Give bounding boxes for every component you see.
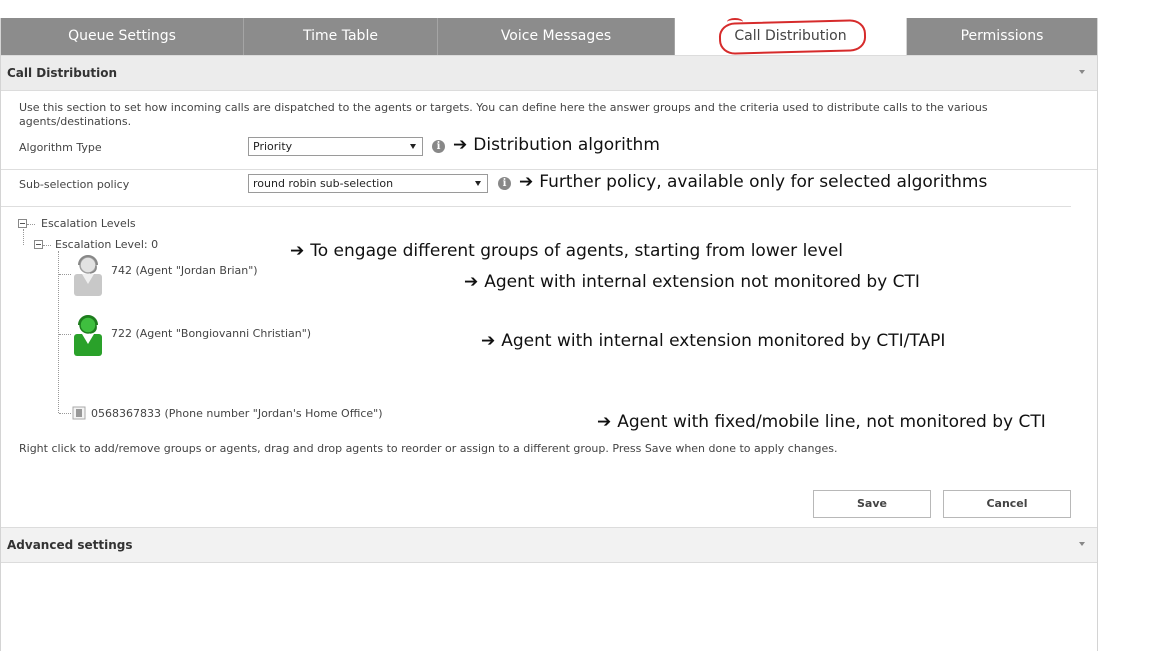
section-description: Use this section to set how incoming cal… xyxy=(19,101,988,128)
subselection-policy-value: round robin sub-selection xyxy=(253,177,394,190)
help-text: Right click to add/remove groups or agen… xyxy=(19,442,838,455)
annotation-text: Distribution algorithm xyxy=(473,135,660,155)
tree-escalation-level-0[interactable]: Escalation Level: 0 xyxy=(55,238,158,251)
collapse-toggle-icon[interactable] xyxy=(18,219,27,228)
annotation-text: Agent with internal extension monitored … xyxy=(501,331,946,351)
section-title: Advanced settings xyxy=(7,538,133,552)
save-button[interactable]: Save xyxy=(813,490,931,518)
annotation-text: Agent with fixed/mobile line, not monito… xyxy=(617,412,1046,432)
tab-label: Call Distribution xyxy=(734,28,847,44)
agent-inactive-icon xyxy=(74,255,102,296)
tab-label: Permissions xyxy=(960,28,1044,44)
tree-connector xyxy=(59,413,71,414)
agent-annotation: ➔ Agent with internal extension not monit… xyxy=(464,272,920,292)
tab-label: Voice Messages xyxy=(500,28,612,44)
arrow-right-icon: ➔ xyxy=(453,135,468,155)
agent-item[interactable]: 722 (Agent "Bongiovanni Christian") xyxy=(111,327,311,340)
tab-permissions[interactable]: Permissions xyxy=(907,18,1097,55)
arrow-right-icon: ➔ xyxy=(290,241,305,261)
tab-call-distribution[interactable]: Call Distribution xyxy=(675,18,907,55)
subselection-annotation: ➔ Further policy, available only for sele… xyxy=(519,172,987,192)
divider xyxy=(1,206,1071,207)
dropdown-caret-icon xyxy=(475,181,481,186)
subselection-policy-select[interactable]: round robin sub-selection xyxy=(248,174,488,193)
info-icon[interactable]: i xyxy=(498,177,511,190)
arrow-right-icon: ➔ xyxy=(519,172,534,192)
algorithm-type-value: Priority xyxy=(253,140,293,153)
chevron-down-icon[interactable] xyxy=(1079,542,1085,546)
section-title: Call Distribution xyxy=(7,66,118,80)
divider xyxy=(1,169,1097,170)
agent-item[interactable]: 742 (Agent "Jordan Brian") xyxy=(111,264,258,277)
tab-bar: Queue Settings Time Table Voice Messages… xyxy=(1,18,1097,55)
dropdown-caret-icon xyxy=(410,144,416,149)
arrow-right-icon: ➔ xyxy=(481,331,496,351)
escalation-level-annotation: ➔ To engage different groups of agents, s… xyxy=(290,241,843,261)
tab-time-table[interactable]: Time Table xyxy=(244,18,438,55)
arrow-right-icon: ➔ xyxy=(597,412,612,432)
tree-connector xyxy=(59,274,71,275)
highlight-circle-tick xyxy=(727,18,743,26)
tree-connector xyxy=(58,251,59,413)
algorithm-type-label: Algorithm Type xyxy=(19,141,102,154)
call-distribution-header[interactable]: Call Distribution xyxy=(1,55,1097,91)
agent-item[interactable]: 0568367833 (Phone number "Jordan's Home … xyxy=(91,407,383,420)
tab-label: Time Table xyxy=(303,28,378,44)
tree-root-escalation-levels[interactable]: Escalation Levels xyxy=(41,217,136,230)
tree-connector xyxy=(59,334,71,335)
agent-active-icon xyxy=(74,315,102,356)
subselection-policy-label: Sub-selection policy xyxy=(19,178,130,191)
chevron-down-icon[interactable] xyxy=(1079,70,1085,74)
tree-connector xyxy=(43,245,51,246)
agent-annotation: ➔ Agent with fixed/mobile line, not monit… xyxy=(597,412,1046,432)
algorithm-type-select[interactable]: Priority xyxy=(248,137,423,156)
phone-line-icon xyxy=(72,406,86,420)
algorithm-annotation: ➔ Distribution algorithm xyxy=(453,135,660,155)
info-icon[interactable]: i xyxy=(432,140,445,153)
collapse-toggle-icon[interactable] xyxy=(34,240,43,249)
annotation-text: Agent with internal extension not monito… xyxy=(484,272,920,292)
tree-connector xyxy=(23,229,24,245)
arrow-right-icon: ➔ xyxy=(464,272,479,292)
agent-annotation: ➔ Agent with internal extension monitored… xyxy=(481,331,945,351)
annotation-text: Further policy, available only for selec… xyxy=(539,172,988,192)
tab-queue-settings[interactable]: Queue Settings xyxy=(1,18,244,55)
tree-connector xyxy=(27,224,35,225)
advanced-settings-header[interactable]: Advanced settings xyxy=(1,527,1097,563)
tab-label: Queue Settings xyxy=(68,28,176,44)
cancel-button[interactable]: Cancel xyxy=(943,490,1071,518)
annotation-text: To engage different groups of agents, st… xyxy=(310,241,844,261)
tab-voice-messages[interactable]: Voice Messages xyxy=(438,18,675,55)
call-distribution-panel: Queue Settings Time Table Voice Messages… xyxy=(0,18,1098,651)
